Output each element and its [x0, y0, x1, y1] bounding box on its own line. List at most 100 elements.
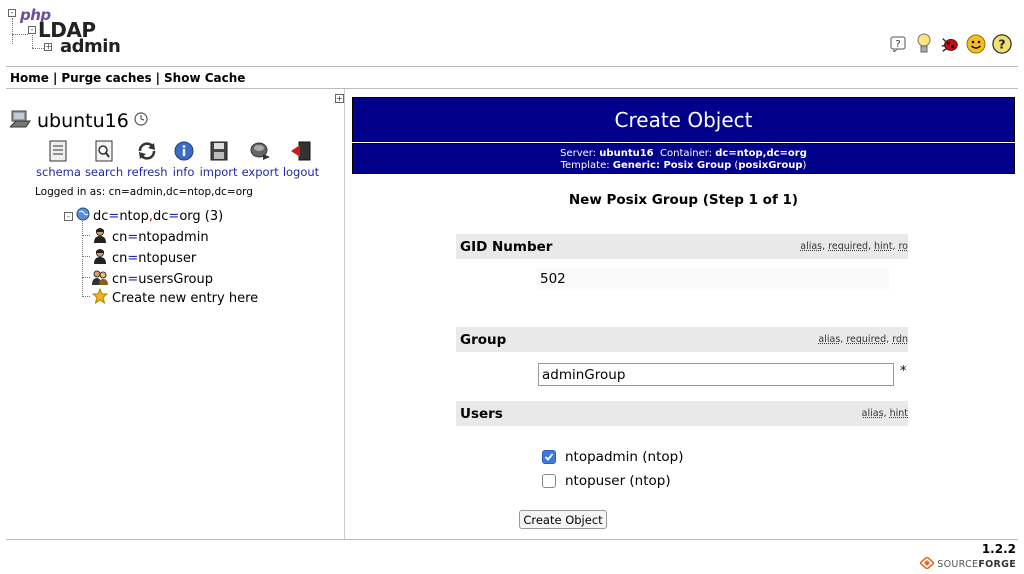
user-icon	[92, 248, 108, 268]
svg-text:?: ?	[998, 37, 1005, 52]
tool-schema[interactable]: schema	[36, 139, 81, 179]
template-class: posixGroup	[738, 160, 803, 171]
server-header: ubuntu16	[8, 109, 148, 132]
collapse-tree-button[interactable]: -	[64, 211, 73, 221]
tool-label: search	[84, 165, 124, 179]
tree-connector	[82, 259, 90, 278]
check-icon	[544, 453, 554, 461]
gid-number-value: 502	[537, 268, 889, 290]
top-icon-bar: ? ?	[888, 33, 1012, 54]
sourceforge-logo[interactable]: SOURCEFORGE	[919, 555, 1016, 572]
create-new-entry-link[interactable]: Create new entry here	[112, 291, 258, 306]
sourceforge-icon	[919, 555, 936, 572]
ntopuser-checkbox[interactable]	[542, 474, 556, 488]
tool-logout[interactable]: logout	[283, 139, 319, 179]
logo-tree-box: +	[44, 42, 52, 51]
tree-entry-label[interactable]: cn=ntopuser	[112, 251, 196, 266]
header: - - + php LDAP admin ? ?	[0, 0, 1024, 66]
attr-users-header: Users alias, hint	[456, 401, 908, 426]
server-container-line: Server: ubuntu16 Container: dc=ntop,dc=o…	[560, 148, 807, 159]
page-title: Create Object	[614, 107, 753, 132]
form-subtitle: New Posix Group (Step 1 of 1)	[568, 192, 799, 208]
user-option-ntopuser[interactable]: ntopuser (ntop)	[542, 473, 671, 489]
left-panel: + ubuntu16 schema search refresh info im…	[6, 89, 345, 539]
logo-tree-line	[12, 34, 28, 35]
tree-connector	[82, 238, 90, 257]
tool-info[interactable]: info	[172, 139, 196, 179]
logo-tree-box: -	[8, 9, 16, 17]
tool-label: info	[172, 165, 195, 179]
tree-create-new-entry[interactable]: Create new entry here	[82, 278, 258, 308]
tool-import[interactable]: import	[200, 139, 238, 179]
tool-label: logout	[282, 165, 320, 179]
expand-panel-button[interactable]: +	[335, 94, 344, 103]
server-value: ubuntu16	[599, 148, 654, 159]
top-nav: Home | Purge caches | Show Cache	[10, 71, 245, 85]
logo-tree-line	[12, 18, 13, 44]
attr-users-label: Users	[460, 405, 503, 422]
form-title-bar: Create Object	[352, 97, 1015, 142]
header-divider	[6, 66, 1018, 67]
user-option-ntopadmin[interactable]: ntopadmin (ntop)	[542, 449, 683, 465]
tree-connector	[82, 278, 90, 297]
server-toolbar: schema search refresh info import export…	[36, 139, 323, 179]
ntopadmin-checkbox[interactable]	[542, 450, 556, 464]
required-marker: *	[900, 364, 907, 379]
tool-refresh[interactable]: refresh	[127, 139, 168, 179]
form-info-bar: Server: ubuntu16 Container: dc=ntop,dc=o…	[352, 143, 1015, 174]
nav-home-link[interactable]: Home	[10, 71, 49, 85]
server-name[interactable]: ubuntu16	[37, 110, 129, 132]
nav-separator: |	[155, 71, 161, 85]
logo-admin: admin	[60, 36, 121, 57]
tree-entry-label[interactable]: cn=usersGroup	[112, 272, 213, 287]
tree-root-label[interactable]: dc=ntop,dc=org (3)	[93, 209, 223, 224]
server-icon	[8, 109, 32, 132]
schema-icon	[46, 139, 70, 163]
nav-show-cache-link[interactable]: Show Cache	[164, 71, 245, 85]
search-icon	[92, 139, 116, 163]
star-icon	[91, 287, 109, 308]
attr-gid-number-label: GID Number	[460, 238, 553, 255]
refresh-icon	[135, 139, 159, 163]
footer-divider	[6, 539, 1018, 540]
export-icon	[248, 139, 272, 163]
version-label: 1.2.2	[981, 542, 1016, 556]
phpldapadmin-logo[interactable]: - - + php LDAP admin	[8, 6, 121, 58]
tool-label: schema	[36, 165, 81, 179]
svg-text:?: ?	[895, 39, 900, 50]
logo-tree-box: -	[28, 26, 36, 34]
nav-separator: |	[52, 71, 58, 85]
tree-connector	[82, 217, 90, 236]
nav-purge-caches-link[interactable]: Purge caches	[61, 71, 151, 85]
tool-label: export	[241, 165, 279, 179]
create-object-button[interactable]: Create Object	[519, 510, 607, 529]
help-icon[interactable]: ?	[888, 34, 908, 54]
question-icon[interactable]: ?	[992, 34, 1012, 54]
tree-entry-label[interactable]: cn=ntopadmin	[112, 230, 209, 245]
attr-hints: alias, required, hint, ro	[800, 241, 908, 252]
template-line: Template: Generic: Posix Group (posixGro…	[560, 160, 807, 171]
tree-entry-usersgroup[interactable]: cn=usersGroup	[82, 259, 213, 289]
container-value: dc=ntop,dc=org	[715, 148, 807, 159]
group-name-input[interactable]	[538, 363, 894, 386]
sourceforge-text: SOURCEFORGE	[937, 559, 1016, 570]
attr-hints: alias, required, rdn	[818, 334, 908, 345]
tool-export[interactable]: export	[242, 139, 279, 179]
tree-entry-ntopuser[interactable]: cn=ntopuser	[82, 238, 196, 268]
logo-tree-line	[32, 48, 44, 49]
bulb-icon[interactable]	[914, 33, 934, 54]
import-icon	[207, 139, 231, 163]
logo-tree-line	[32, 35, 33, 48]
tree-entry-ntopadmin[interactable]: cn=ntopadmin	[82, 217, 209, 247]
attr-gid-number-header: GID Number alias, required, hint, ro	[456, 234, 908, 259]
user-option-label: ntopuser (ntop)	[565, 473, 671, 489]
clock-icon[interactable]	[134, 112, 148, 129]
user-icon	[92, 227, 108, 247]
user-option-label: ntopadmin (ntop)	[565, 449, 684, 465]
group-icon	[92, 269, 108, 289]
tool-search[interactable]: search	[85, 139, 123, 179]
smiley-icon[interactable]	[966, 34, 986, 54]
tool-label: import	[199, 165, 238, 179]
bug-icon[interactable]	[940, 34, 960, 54]
attr-hints: alias, hint	[861, 408, 908, 419]
